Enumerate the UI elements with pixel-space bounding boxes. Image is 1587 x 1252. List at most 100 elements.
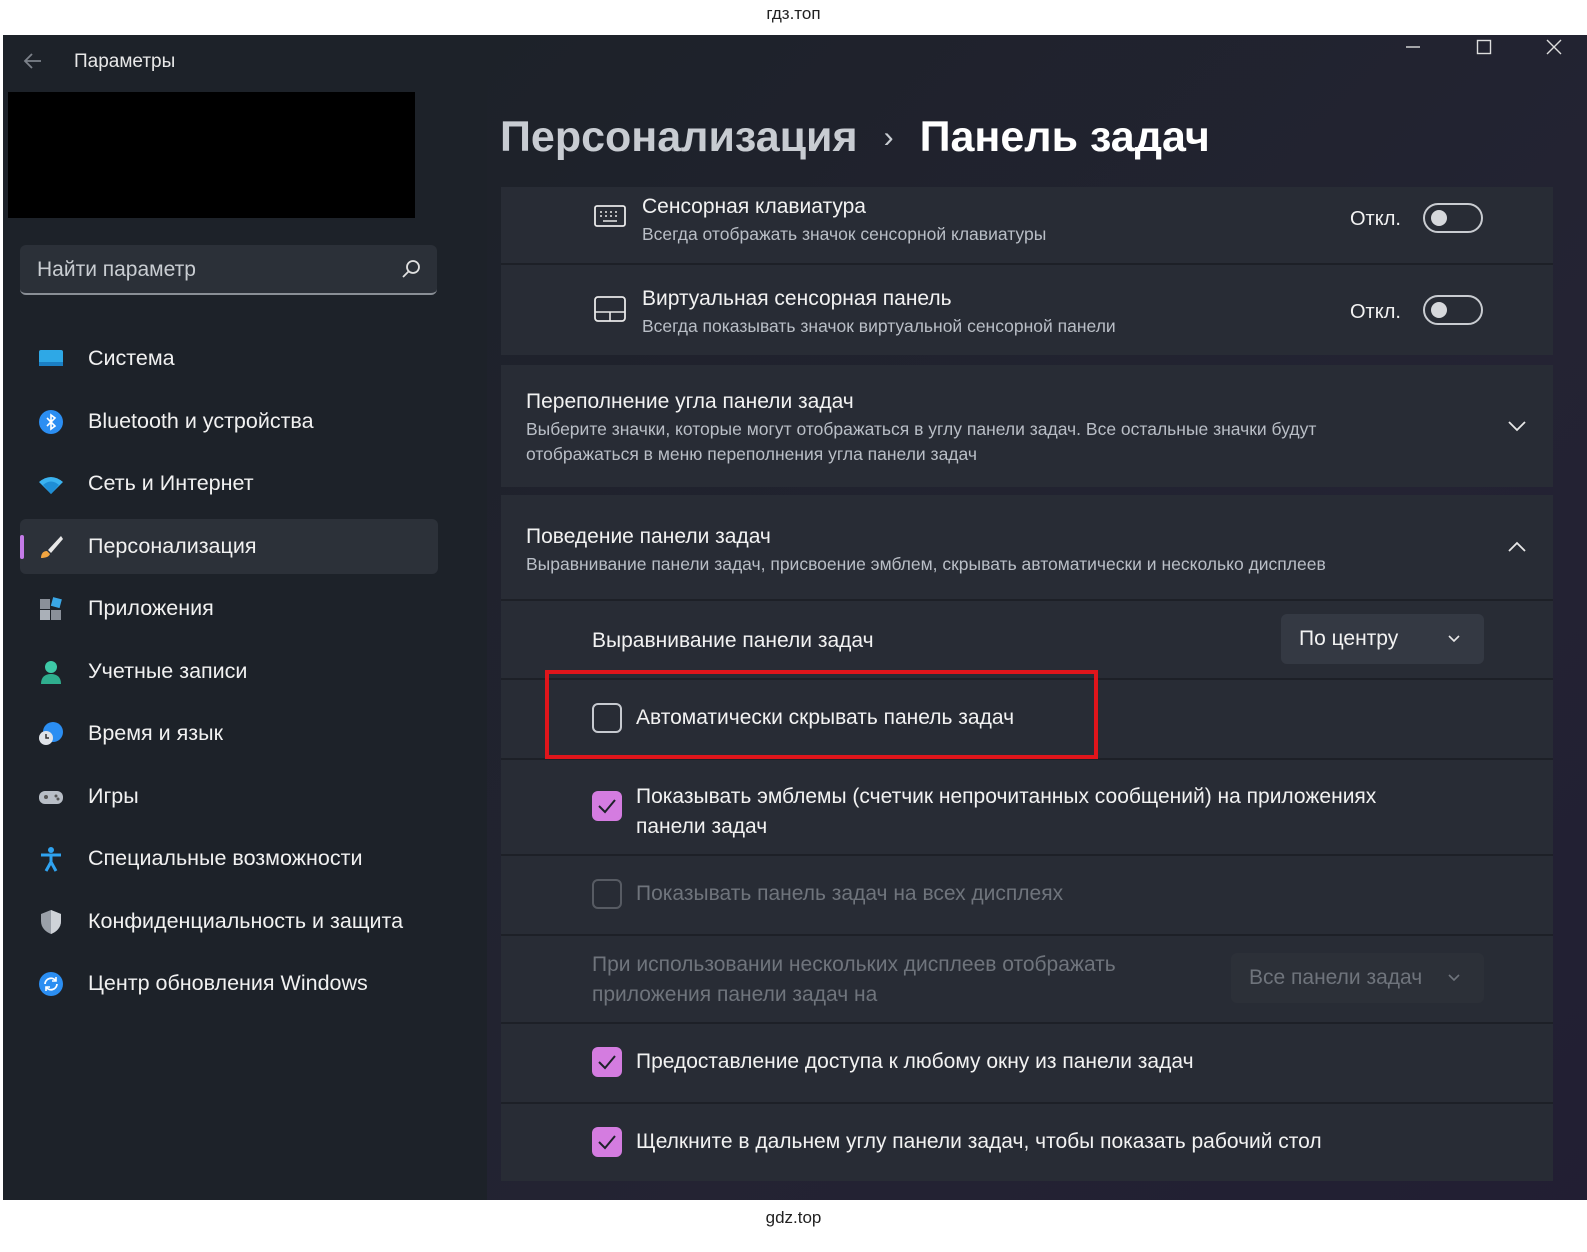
- maximize-icon: [1476, 39, 1492, 55]
- badges-label-1[interactable]: Показывать эмблемы (счетчик непрочитанны…: [636, 782, 1376, 812]
- brush-icon: [41, 535, 63, 558]
- show-desktop-label[interactable]: Щелкните в дальнем углу панели задач, чт…: [636, 1127, 1322, 1157]
- sidebar-item-label: Система: [88, 346, 175, 370]
- breadcrumb-separator: ›: [883, 120, 894, 154]
- touch-keyboard-subtitle: Всегда отображать значок сенсорной клави…: [642, 224, 1047, 244]
- sidebar-item-label: Сеть и Интернет: [88, 471, 254, 495]
- badges-checkbox[interactable]: [592, 791, 622, 821]
- touchpad-subtitle: Всегда показывать значок виртуальной сен…: [642, 316, 1116, 336]
- search-box[interactable]: Найти параметр: [20, 245, 437, 295]
- keyboard-icon: [594, 205, 626, 227]
- sidebar-item-label: Игры: [88, 783, 139, 808]
- wifi-icon: [39, 477, 63, 494]
- touchpad-title: Виртуальная сенсорная панель: [642, 287, 952, 310]
- highlight-box: [545, 670, 1098, 759]
- back-arrow-icon: [23, 53, 41, 69]
- divider: [501, 934, 1553, 936]
- sidebar-item-label: Конфиденциальность и защита: [88, 908, 404, 933]
- search-placeholder: Найти параметр: [37, 258, 196, 281]
- sidebar-item-label: Bluetooth и устройства: [88, 408, 314, 433]
- checkmark-icon: [598, 1135, 616, 1150]
- multi-display-label-2: приложения панели задач на: [592, 983, 878, 1006]
- sidebar-item-accessibility[interactable]: Специальные возможности: [20, 831, 438, 886]
- touch-keyboard-title: Сенсорная клавиатура: [642, 195, 866, 218]
- maximize-button[interactable]: [1449, 35, 1519, 65]
- multi-display-label-1: При использовании нескольких дисплеев от…: [592, 953, 1116, 976]
- behavior-title: Поведение панели задач: [526, 525, 771, 548]
- touchpad-state: Откл.: [1350, 301, 1401, 323]
- shield-icon: [41, 909, 61, 934]
- chevron-down-icon: [1448, 974, 1460, 982]
- sidebar-nav: Система Bluetooth и устройства Сеть и Ин…: [20, 331, 438, 1019]
- update-icon: [39, 972, 63, 996]
- sidebar-item-label: Специальные возможности: [88, 846, 363, 870]
- watermark-top: гдз.топ: [766, 4, 821, 23]
- touch-keyboard-toggle[interactable]: [1423, 203, 1483, 233]
- sidebar-item-gaming[interactable]: Игры: [20, 769, 438, 824]
- breadcrumb: Персонализация › Панель задач: [500, 113, 1210, 173]
- share-window-checkbox[interactable]: [592, 1047, 622, 1077]
- divider: [501, 854, 1553, 856]
- profile-redacted: [8, 92, 415, 218]
- time-language-icon: [39, 722, 63, 745]
- overflow-subtitle-2: отображаться в меню переполнения угла па…: [526, 444, 977, 464]
- settings-window: Параметры Найти параметр Система Bluetoo…: [3, 35, 1587, 1200]
- chevron-up-icon[interactable]: [1506, 536, 1528, 558]
- chevron-down-icon[interactable]: [1506, 415, 1528, 437]
- active-indicator: [20, 534, 24, 559]
- minimize-icon: [1406, 46, 1420, 48]
- app-title: Параметры: [74, 51, 176, 72]
- search-icon[interactable]: [399, 257, 423, 281]
- divider: [501, 599, 1553, 601]
- badges-label-2[interactable]: панели задач: [636, 812, 767, 842]
- touchpad-icon: [594, 296, 626, 322]
- divider: [501, 263, 1553, 265]
- apps-icon: [40, 597, 62, 620]
- share-window-label[interactable]: Предоставление доступа к любому окну из …: [636, 1047, 1194, 1077]
- sidebar-item-label: Персонализация: [88, 533, 257, 558]
- system-tray-icons-card: Сенсорная клавиатура Всегда отображать з…: [501, 187, 1553, 355]
- show-desktop-checkbox[interactable]: [592, 1127, 622, 1157]
- sidebar-item-accounts[interactable]: Учетные записи: [20, 644, 438, 699]
- divider: [501, 1102, 1553, 1104]
- sidebar-item-time-language[interactable]: Время и язык: [20, 706, 438, 761]
- sidebar-item-network[interactable]: Сеть и Интернет: [20, 456, 438, 511]
- touchpad-toggle[interactable]: [1423, 295, 1483, 325]
- sidebar-item-system[interactable]: Система: [20, 331, 438, 386]
- sidebar-item-personalization[interactable]: Персонализация: [20, 518, 438, 574]
- sidebar-item-privacy[interactable]: Конфиденциальность и защита: [20, 894, 438, 949]
- toggle-knob: [1431, 302, 1447, 318]
- sidebar-item-apps[interactable]: Приложения: [20, 581, 438, 636]
- gamepad-icon: [39, 790, 63, 804]
- back-button[interactable]: [19, 49, 47, 77]
- close-button[interactable]: [1519, 35, 1587, 65]
- system-display-icon: [39, 350, 63, 366]
- divider: [501, 1022, 1553, 1024]
- behavior-subtitle: Выравнивание панели задач, присвоение эм…: [526, 554, 1326, 574]
- sidebar-item-windows-update[interactable]: Центр обновления Windows: [20, 956, 438, 1011]
- checkmark-icon: [598, 1055, 616, 1070]
- page-title: Панель задач: [919, 113, 1210, 161]
- minimize-button[interactable]: [1378, 35, 1448, 65]
- taskbar-behavior-card: Поведение панели задач Выравнивание пане…: [501, 495, 1553, 1181]
- watermark-bottom: gdz.top: [765, 1208, 822, 1227]
- sidebar-item-bluetooth[interactable]: Bluetooth и устройства: [20, 394, 438, 449]
- alignment-dropdown[interactable]: По центру: [1281, 614, 1484, 664]
- breadcrumb-parent[interactable]: Персонализация: [500, 113, 858, 161]
- sidebar-item-label: Учетные записи: [88, 658, 248, 683]
- sidebar-item-label: Приложения: [88, 596, 214, 620]
- chevron-down-icon: [1448, 635, 1460, 643]
- multi-display-value: Все панели задач: [1249, 966, 1423, 989]
- close-icon: [1546, 39, 1562, 55]
- title-bar: Параметры: [3, 35, 1587, 89]
- checkmark-icon: [598, 799, 616, 814]
- accessibility-icon: [41, 847, 61, 872]
- alignment-label: Выравнивание панели задач: [592, 629, 874, 652]
- all-displays-label: Показывать панель задач на всех дисплеях: [636, 882, 1064, 905]
- toggle-knob: [1431, 210, 1447, 226]
- corner-overflow-card[interactable]: Переполнение угла панели задач Выберите …: [501, 365, 1553, 487]
- alignment-value: По центру: [1299, 627, 1399, 650]
- overflow-subtitle-1: Выберите значки, которые могут отображат…: [526, 419, 1317, 439]
- account-icon: [41, 660, 61, 684]
- overflow-title: Переполнение угла панели задач: [526, 390, 854, 413]
